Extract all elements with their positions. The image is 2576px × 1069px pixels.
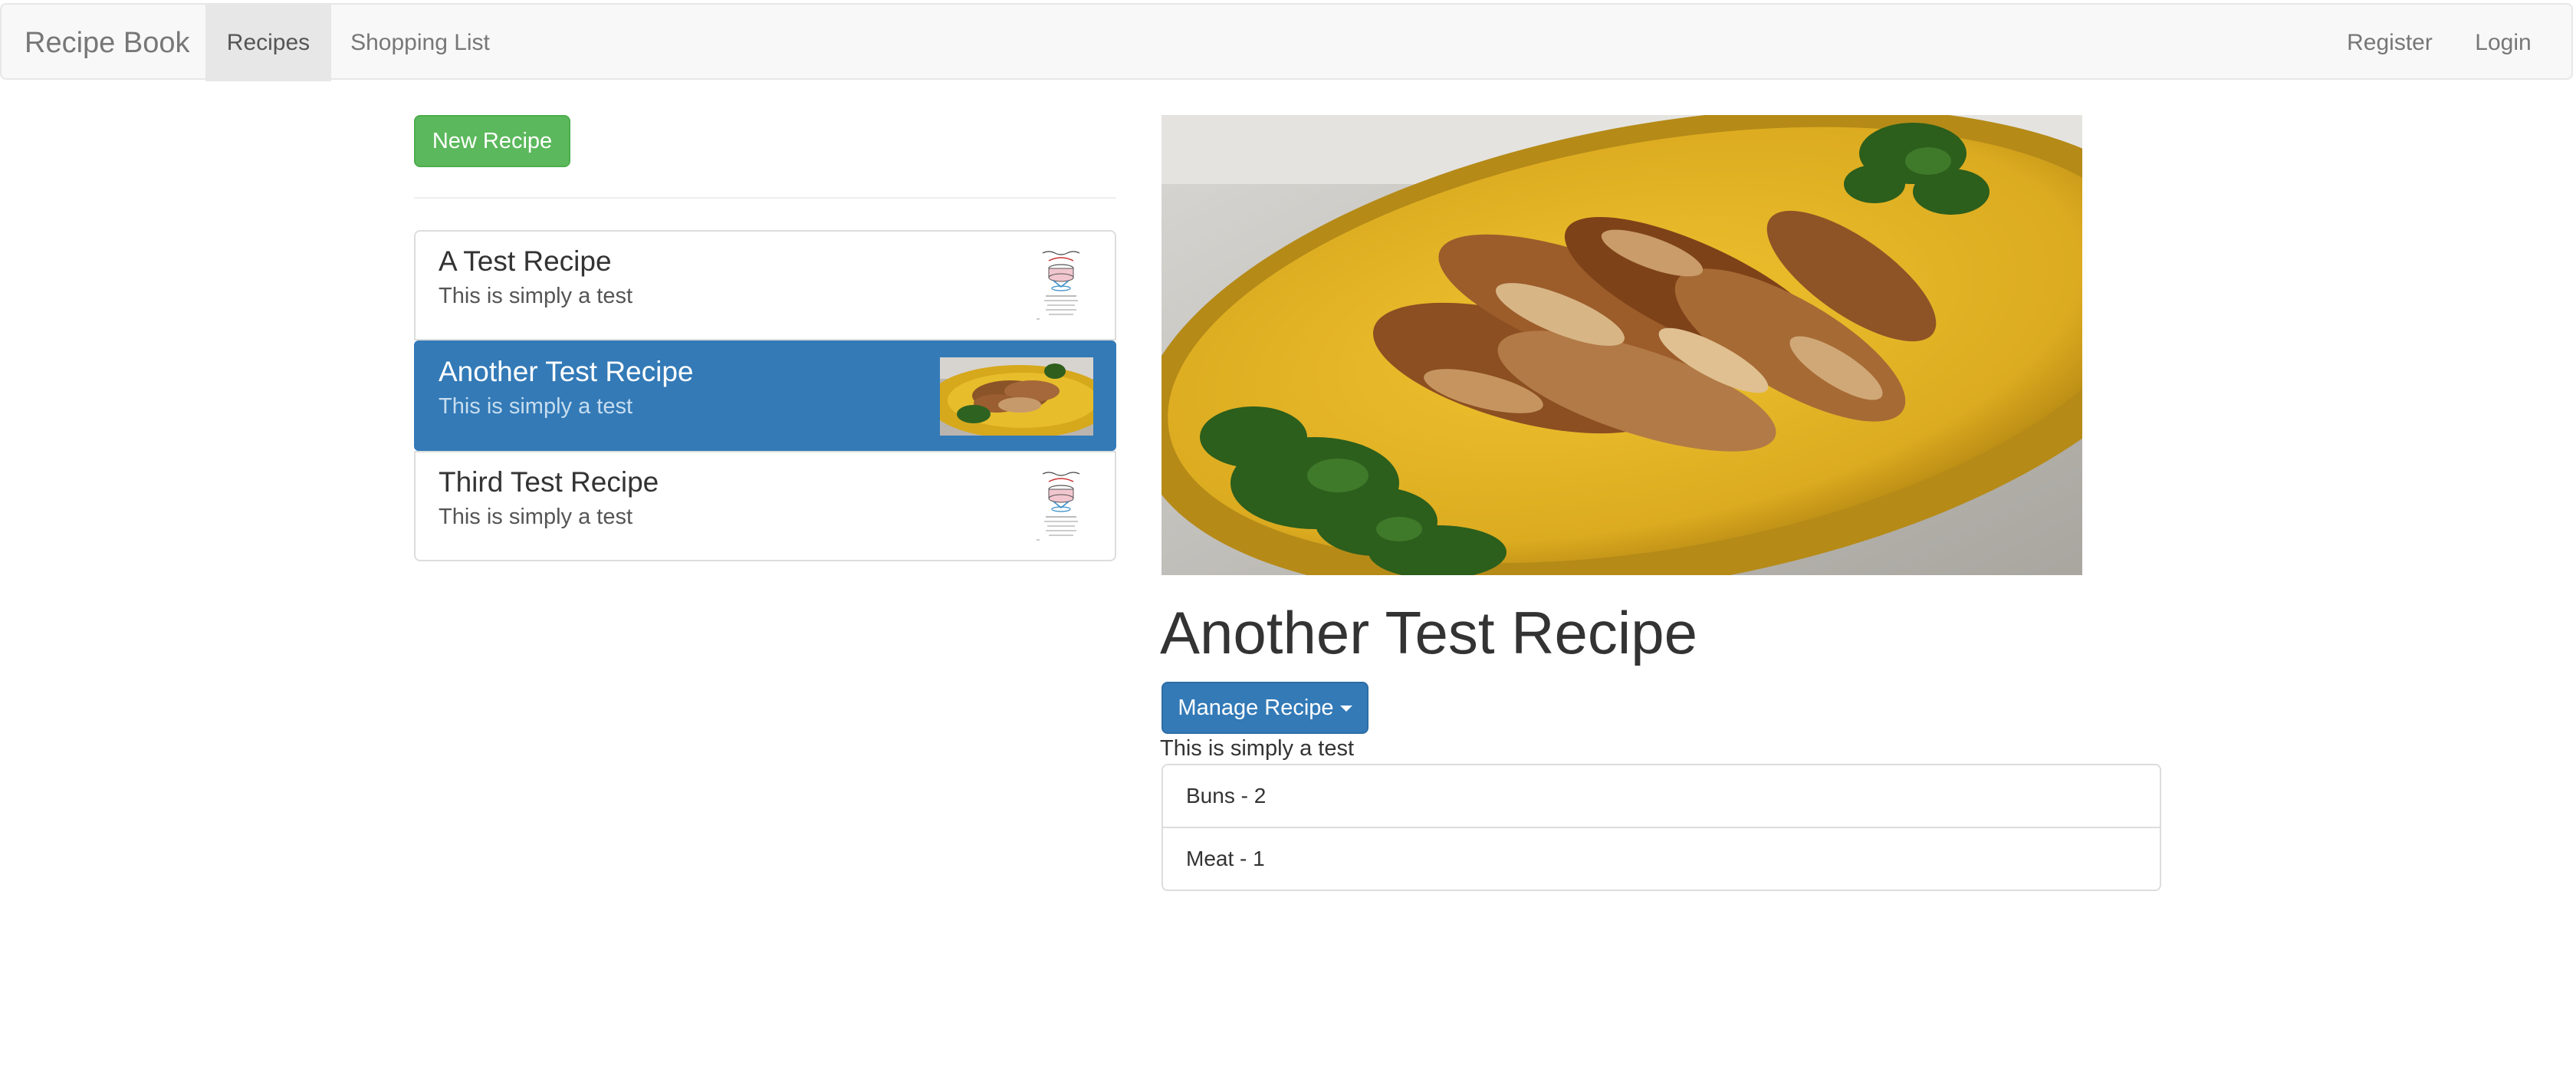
manage-recipe-label: Manage Recipe: [1178, 696, 1334, 720]
nav-register[interactable]: Register: [2332, 5, 2447, 81]
ingredient-item[interactable]: Meat - 1: [1162, 827, 2161, 891]
recipe-title: Another Test Recipe: [1160, 599, 1697, 666]
recipe-list-item[interactable]: A Test Recipe This is simply a test: [414, 230, 1116, 340]
recipe-item-description: This is simply a test: [439, 284, 632, 308]
recipe-list-item[interactable]: Third Test Recipe This is simply a test: [414, 451, 1116, 561]
recipe-item-description: This is simply a test: [439, 505, 632, 529]
caret-down-icon: [1339, 706, 1352, 712]
ingredient-item[interactable]: Buns - 2: [1162, 764, 2161, 828]
recipe-list-item[interactable]: Another Test Recipe This is simply a tes…: [414, 340, 1116, 451]
divider: [414, 197, 1116, 199]
recipe-description: This is simply a test: [1160, 736, 1354, 761]
cake-sketch-image: [1032, 247, 1090, 324]
brand-link[interactable]: Recipe Book: [25, 5, 189, 81]
cake-sketch-image: [1032, 468, 1090, 544]
recipe-item-title: A Test Recipe: [439, 245, 612, 277]
recipe-item-description: This is simply a test: [439, 394, 632, 419]
recipe-item-title: Another Test Recipe: [439, 356, 694, 387]
new-recipe-button[interactable]: New Recipe: [414, 115, 570, 167]
nav-shopping-list[interactable]: Shopping List: [331, 5, 509, 81]
nav-recipes[interactable]: Recipes: [205, 5, 331, 81]
chicken-dish-image: [940, 357, 1093, 436]
navbar: Recipe Book Recipes Shopping List Regist…: [0, 3, 2573, 81]
nav-login[interactable]: Login: [2452, 5, 2555, 81]
chicken-dish-image: [1162, 115, 2082, 575]
recipe-item-title: Third Test Recipe: [439, 466, 659, 498]
manage-recipe-button[interactable]: Manage Recipe: [1162, 682, 1368, 734]
